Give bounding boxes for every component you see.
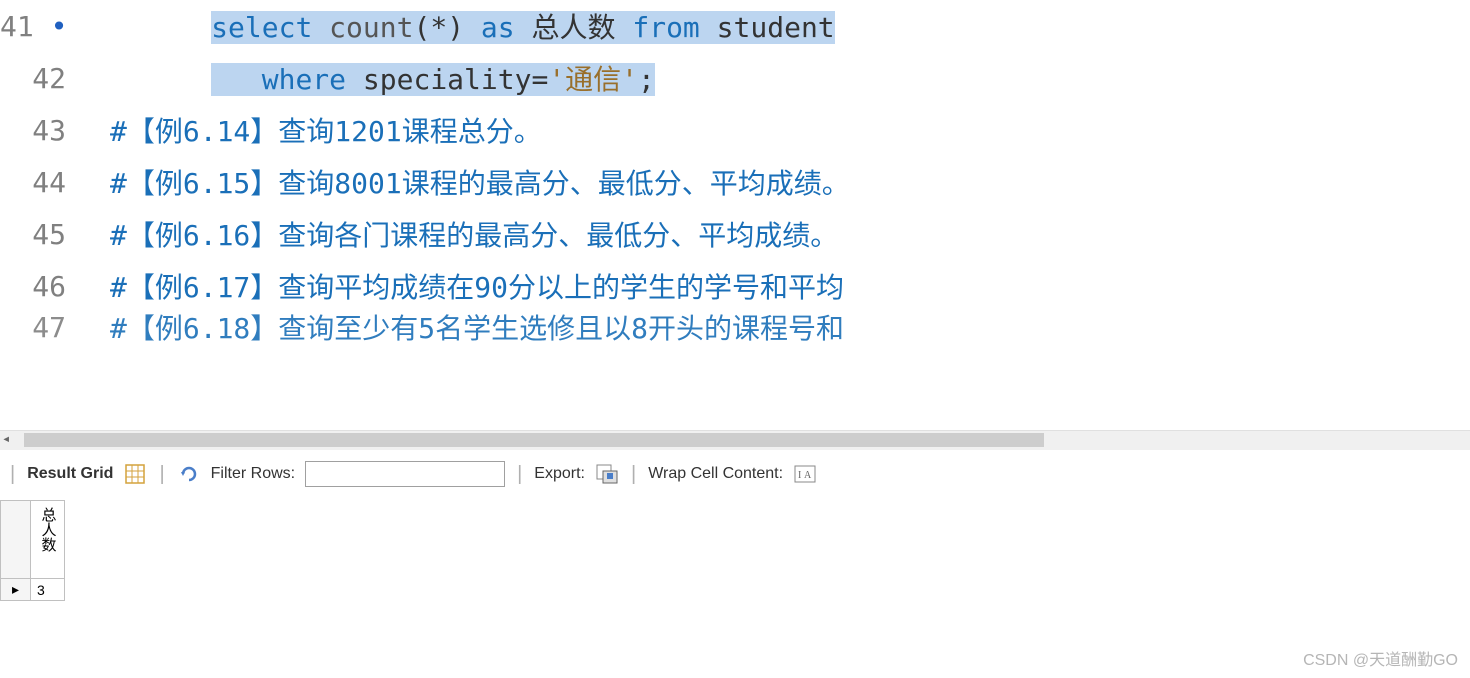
line-number: 43 xyxy=(0,114,90,147)
watermark: CSDN @天道酬勤GO xyxy=(1303,646,1458,670)
comment[interactable]: #【例6.18】查询至少有5名学生选修且以8开头的课程号和 xyxy=(90,312,844,342)
line-number: 42 xyxy=(0,62,90,95)
table-row[interactable]: ▸ 3 xyxy=(1,579,65,601)
separator: | xyxy=(517,463,522,486)
scrollbar-thumb[interactable] xyxy=(24,433,1044,447)
result-grid-table[interactable]: 总人数 ▸ 3 xyxy=(0,500,65,601)
row-indicator[interactable]: ▸ xyxy=(1,579,31,601)
code-line-43[interactable]: 43 #【例6.14】查询1201课程总分。 xyxy=(0,104,1470,156)
result-toolbar: | Result Grid | Filter Rows: | Export: |… xyxy=(0,450,1470,498)
separator: | xyxy=(631,463,636,486)
string-literal: '通信' xyxy=(548,63,638,96)
semicolon: ; xyxy=(638,63,655,96)
filter-rows-label: Filter Rows: xyxy=(211,465,295,483)
separator: | xyxy=(10,463,15,486)
scroll-left-icon[interactable]: ◂ xyxy=(2,431,10,448)
code-line-46[interactable]: 46 #【例6.17】查询平均成绩在90分以上的学生的学号和平均 xyxy=(0,260,1470,312)
export-label: Export: xyxy=(534,465,585,483)
comment[interactable]: #【例6.15】查询8001课程的最高分、最低分、平均成绩。 xyxy=(90,162,850,202)
column-header[interactable]: 总人数 xyxy=(31,501,65,579)
wrap-cell-label: Wrap Cell Content: xyxy=(648,465,783,483)
table-header-row: 总人数 xyxy=(1,501,65,579)
line-number: 46 xyxy=(0,270,90,303)
code-line-45[interactable]: 45 #【例6.16】查询各门课程的最高分、最低分、平均成绩。 xyxy=(0,208,1470,260)
horizontal-scrollbar[interactable]: ◂ xyxy=(0,430,1470,450)
code-line-44[interactable]: 44 #【例6.15】查询8001课程的最高分、最低分、平均成绩。 xyxy=(0,156,1470,208)
code-editor[interactable]: 41 select count(*) as 总人数 from student 4… xyxy=(0,0,1470,430)
grid-icon[interactable] xyxy=(123,462,147,486)
refresh-icon[interactable] xyxy=(177,462,201,486)
line-number: 44 xyxy=(0,166,90,199)
line-number: 45 xyxy=(0,218,90,251)
export-icon[interactable] xyxy=(595,462,619,486)
line-number: 41 xyxy=(0,10,90,43)
filter-rows-input[interactable] xyxy=(305,461,505,487)
equals: = xyxy=(531,63,548,96)
table-name: student xyxy=(717,11,835,44)
separator: | xyxy=(159,463,164,486)
keyword-where: where xyxy=(262,63,346,96)
wrap-cell-icon[interactable]: IA xyxy=(793,462,817,486)
svg-text:A: A xyxy=(804,470,812,481)
comment[interactable]: #【例6.16】查询各门课程的最高分、最低分、平均成绩。 xyxy=(90,214,838,254)
column-name: speciality xyxy=(363,63,532,96)
svg-text:I: I xyxy=(798,470,801,481)
comment[interactable]: #【例6.14】查询1201课程总分。 xyxy=(90,110,542,150)
result-grid-label: Result Grid xyxy=(27,465,113,483)
line-number: 47 xyxy=(0,312,90,342)
code-line-47[interactable]: 47 #【例6.18】查询至少有5名学生选修且以8开头的课程号和 xyxy=(0,312,1470,342)
cell-value[interactable]: 3 xyxy=(31,579,65,601)
corner-cell xyxy=(1,501,31,579)
comment[interactable]: #【例6.17】查询平均成绩在90分以上的学生的学号和平均 xyxy=(90,266,844,306)
column-header-text: 总人数 xyxy=(37,503,58,573)
